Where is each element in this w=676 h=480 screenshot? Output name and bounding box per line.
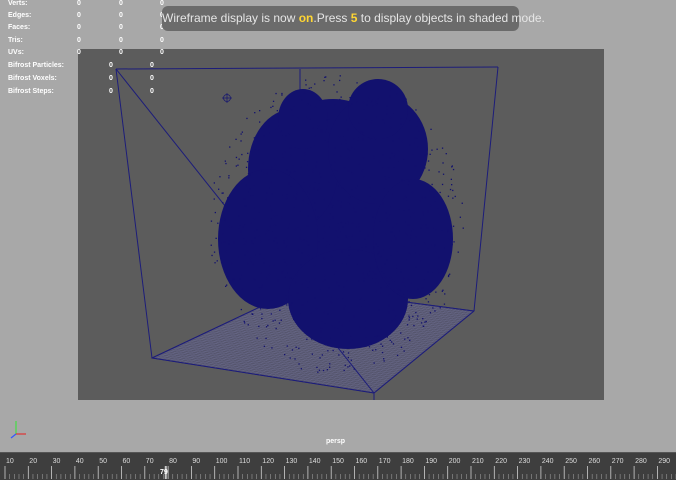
timeline-tick-label: 170 bbox=[379, 458, 391, 465]
timeline-tick-label: 240 bbox=[542, 458, 554, 465]
perspective-viewport[interactable] bbox=[78, 49, 604, 400]
banner-prefix: Wireframe display is now bbox=[162, 11, 299, 25]
hud-value: 0 bbox=[109, 75, 113, 82]
hud-value: 0 bbox=[109, 62, 113, 69]
hud-value: 0 bbox=[77, 12, 81, 19]
timeline-tick-label: 180 bbox=[402, 458, 414, 465]
pivot-icon bbox=[222, 93, 232, 103]
hud-value: 0 bbox=[160, 49, 164, 56]
timeline-tick-label: 60 bbox=[123, 458, 131, 465]
axis-gizmo-icon bbox=[10, 421, 26, 439]
current-frame: 79 bbox=[160, 469, 168, 476]
timeline-tick-label: 100 bbox=[216, 458, 228, 465]
hud-label: Bifrost Steps: bbox=[8, 88, 54, 95]
hud-value: 0 bbox=[77, 0, 81, 7]
timeline-tick-label: 140 bbox=[309, 458, 321, 465]
timeline-tick-label: 70 bbox=[146, 458, 154, 465]
hud-label: Verts: bbox=[8, 0, 28, 7]
timeline-tick-label: 90 bbox=[192, 458, 200, 465]
banner-middle: .Press bbox=[313, 11, 351, 25]
timeline-tick-label: 220 bbox=[495, 458, 507, 465]
timeline-tick-label: 150 bbox=[332, 458, 344, 465]
time-slider[interactable]: 10 20 30 40 50 60 70 80 90 100 110 120 130 140 150 160 1… bbox=[0, 452, 676, 480]
hud-value: 0 bbox=[77, 37, 81, 44]
timeline-tick-label: 230 bbox=[519, 458, 531, 465]
hud-value: 0 bbox=[150, 75, 154, 82]
bounding-box-edge bbox=[115, 68, 153, 359]
camera-label: persp bbox=[326, 438, 346, 445]
hud-value: 0 bbox=[109, 88, 113, 95]
hud-label: Edges: bbox=[8, 12, 32, 19]
timeline-tick-label: 200 bbox=[449, 458, 461, 465]
timeline-tick-label: 130 bbox=[286, 458, 298, 465]
hud-value: 0 bbox=[119, 49, 123, 56]
timeline-tick-label: 280 bbox=[635, 458, 647, 465]
bounding-box-edge bbox=[473, 66, 499, 312]
timeline-tick-label: 110 bbox=[239, 458, 250, 465]
timeline-tick-label: 20 bbox=[29, 458, 37, 465]
hud-value: 0 bbox=[160, 37, 164, 44]
hud-label: Faces: bbox=[8, 24, 31, 31]
timeline-tick-label: 260 bbox=[589, 458, 601, 465]
hud-value: 0 bbox=[119, 37, 123, 44]
scene-canvas[interactable] bbox=[78, 49, 604, 400]
hud-label: UVs: bbox=[8, 49, 24, 56]
timeline-tick-label: 120 bbox=[262, 458, 274, 465]
timeline-tick-label: 10 bbox=[6, 458, 14, 465]
timeline-tick-label: 290 bbox=[658, 458, 670, 465]
timeline-tick-label: 190 bbox=[425, 458, 437, 465]
timeline-tick-label: 210 bbox=[472, 458, 484, 465]
hud-value: 0 bbox=[160, 0, 164, 7]
hud-value: 0 bbox=[119, 0, 123, 7]
timeline-tick-label: 40 bbox=[76, 458, 84, 465]
banner-state: on bbox=[298, 11, 314, 25]
wireframe-status-message: Wireframe display is now on.Press 5 to d… bbox=[162, 6, 545, 31]
hud-label: Tris: bbox=[8, 37, 23, 44]
timeline-tick-label: 30 bbox=[53, 458, 61, 465]
timeline-tick-label: 250 bbox=[565, 458, 577, 465]
hud-value: 0 bbox=[77, 24, 81, 31]
banner-suffix: to display objects in shaded mode. bbox=[357, 11, 545, 25]
hud-value: 0 bbox=[119, 24, 123, 31]
hud-label: Bifrost Particles: bbox=[8, 62, 65, 69]
timeline-tick-label: 80 bbox=[169, 458, 177, 465]
timeline-tick-label: 270 bbox=[612, 458, 624, 465]
hud-value: 0 bbox=[119, 12, 123, 19]
timeline-tick-label: 160 bbox=[356, 458, 368, 465]
hud-value: 0 bbox=[77, 49, 81, 56]
time-slider-ruler[interactable]: 10 20 30 40 50 60 70 80 90 100 110 120 130 140 150 160 1… bbox=[0, 453, 676, 480]
hud-value: 0 bbox=[150, 62, 154, 69]
timeline-tick-label: 50 bbox=[99, 458, 107, 465]
hud-value: 0 bbox=[150, 88, 154, 95]
hud-label: Bifrost Voxels: bbox=[8, 75, 57, 82]
bounding-box-edge bbox=[115, 66, 499, 70]
